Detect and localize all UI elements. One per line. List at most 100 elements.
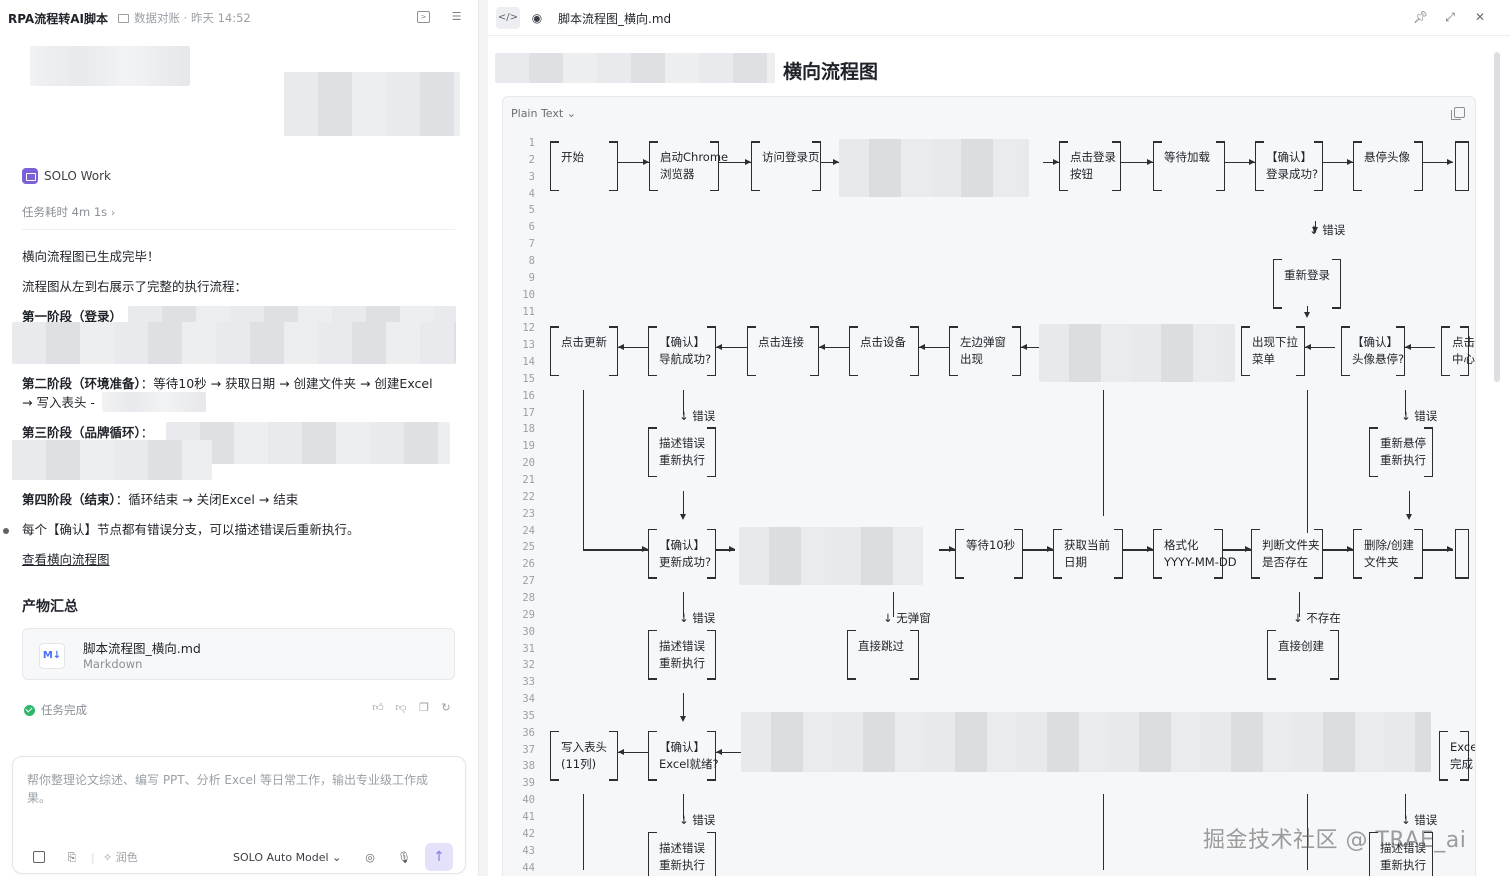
thumbs-up-icon[interactable]: 👍︎ [372,702,384,714]
node-desc-error-label: 重新执行 [1380,857,1426,872]
thumbs-down-icon[interactable]: 👎︎ [395,702,407,714]
node-confirm-login-label: 登录成功? [1266,167,1319,181]
node-click-connect: 点击连接 [747,326,819,377]
connector [1103,794,1105,870]
node-check-folder: 判断文件夹 是否存在 [1251,528,1323,579]
breadcrumb[interactable]: 数据对账 · 昨天 14:52 [134,10,251,26]
error-label: ↓ 错误 [679,408,716,423]
node-confirm-hover-label: 头像悬停? [1352,352,1405,367]
mode-icon[interactable] [33,851,47,865]
node-write-header-label: (11列) [561,756,597,771]
scrollbar[interactable] [1494,52,1500,382]
node-confirm-update-label: 更新成功? [659,554,712,569]
node-partial [1455,141,1469,191]
node-click-connect-label: 点击连接 [758,335,804,350]
preview-tabbar: </> ◉ 脚本流程图_横向.md 📌︎ ⤢ ✕ [488,0,1510,36]
node-click-device: 点击设备 [849,326,919,377]
connector [1103,389,1105,516]
sidebar-toggle-icon[interactable]: ☰ [450,11,463,23]
node-dropdown: 出现下拉 菜单 [1241,326,1305,377]
node-click-login-label: 点击登录 [1070,150,1116,164]
divider [22,229,455,230]
chat-input-box: ⎘ | ✧ 润色 SOLO Auto Model ⌄ ◎ 🎙︎ ↑ [12,756,466,874]
blurred-content [284,72,460,136]
node-confirm-login-label: 【确认】 [1266,150,1312,164]
close-icon[interactable]: ✕ [1473,10,1487,24]
arrow-down [1406,513,1412,520]
connector [583,549,648,551]
expand-icon[interactable]: ⤢ [1443,10,1457,24]
arrow-left [819,344,825,351]
flowchart: 开始 启动Chrome 浏览器 访问登录页 点击登录 按钮 等待加载 【确认】 登录成功? 悬停头… [503,97,1476,876]
node-relogin: 重新登录 [1273,258,1341,309]
node-click-device-label: 点击设备 [860,335,906,350]
copy-icon[interactable]: ❐ [418,702,430,714]
terminal-icon[interactable]: > [417,11,430,23]
node-confirm-update-label: 【确认】 [659,537,705,552]
blurred-content [102,392,206,412]
node-click-login: 点击登录 按钮 [1059,141,1121,191]
watermark: 掘金技术社区 @ TRAE_ai [1203,828,1467,853]
app-title: RPA流程转AI脚本 [8,11,108,26]
connector [683,490,685,516]
node-left-popup: 左边弹窗 出现 [949,326,1021,377]
node-confirm-update: 【确认】更新成功? [648,528,716,579]
send-button[interactable]: ↑ [425,843,453,871]
blurred-content [741,711,1431,772]
node-relogin-label: 重新登录 [1284,267,1330,282]
node-confirm-excel-label: Excel就绪? [659,756,719,771]
preview-eye-icon[interactable]: ◉ [526,7,548,29]
panel-splitter[interactable] [478,0,488,876]
voice-chat-icon[interactable]: ◎ [363,851,377,865]
no-popup-label: ↓ 无弹窗 [883,610,931,625]
node-launch-chrome: 启动Chrome 浏览器 [649,141,728,191]
node-hover-avatar-label: 悬停头像 [1364,150,1410,164]
arrow-down [1304,311,1310,318]
chevron-down-icon: ⌄ [332,851,342,864]
attach-icon[interactable]: ⎘ [65,851,79,865]
message-note: 每个【确认】节点都有错误分支，可以描述错误后重新执行。 [22,522,360,537]
arrow-left [919,344,925,351]
node-desc-error: 描述错误 重新执行 [648,427,716,478]
node-click-update-label: 点击更新 [561,335,607,350]
pin-icon[interactable]: 📌︎ [1413,10,1428,24]
refresh-icon[interactable]: ↻ [440,702,452,714]
enhance-button[interactable]: ✧ 润色 [103,851,138,865]
node-excel-label: Exce [1450,739,1476,754]
node-desc-error-label: 描述错误 [659,840,705,855]
node-click-login-label: 按钮 [1070,167,1093,181]
view-flowchart-link[interactable]: 查看横向流程图 [22,551,110,569]
arrow-up-icon: ↑ [433,849,445,865]
connector [683,693,685,718]
chat-panel: RPA流程转AI脚本 数据对账 · 昨天 14:52 > ☰ SOLO Work… [0,0,478,876]
node-confirm-login: 【确认】登录成功? [1255,141,1323,191]
microphone-icon[interactable]: 🎙︎ [397,851,411,865]
arrow-left [1405,344,1411,351]
folder-icon [117,13,129,23]
node-wait10-label: 等待10秒 [966,537,1016,552]
bullet-dot [3,528,9,534]
phase2: 第二阶段（环境准备）：等待10秒 → 获取日期 → 创建文件夹 → 创建Exce… [22,376,433,391]
arrow-right [729,546,735,553]
code-view-icon[interactable]: </> [496,7,520,29]
chat-input[interactable] [27,771,447,819]
node-confirm-hover-label: 【确认】 [1352,335,1398,350]
node-dropdown-label: 出现下拉 [1252,335,1298,350]
not-exist-label: ↓ 不存在 [1293,610,1341,625]
model-select[interactable]: SOLO Auto Model ⌄ [233,851,341,864]
file-card[interactable]: M↓ 脚本流程图_横向.md Markdown [22,628,455,680]
node-click-center: 点击 中心 [1441,326,1475,377]
task-duration[interactable]: 任务耗时 4m 1s › [22,204,115,220]
node-desc-error-label: 重新执行 [659,655,705,670]
message-done: 横向流程图已生成完毕！ [22,249,160,264]
node-excel-label: 完成 [1450,756,1473,771]
arrow-left [1305,344,1311,351]
document-heading: 横向流程图 [783,61,879,83]
node-hover-avatar: 悬停头像 [1353,141,1423,191]
node-left-popup-label: 左边弹窗 [960,335,1006,350]
blurred-content [739,526,923,585]
node-click-center-label: 中心 [1452,352,1475,367]
chat-header: RPA流程转AI脚本 数据对账 · 昨天 14:52 [0,0,478,36]
phase2-cont: → 写入表头 - [22,395,95,410]
node-desc-error-label: 描述错误 [659,638,705,653]
